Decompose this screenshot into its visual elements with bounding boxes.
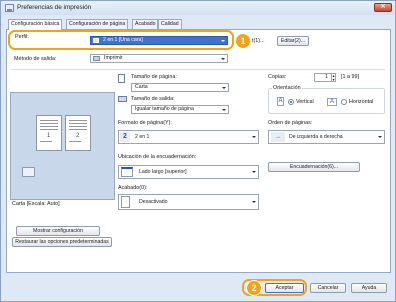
restore-defaults-button[interactable]: Restaurar las opciones predeterminadas — [12, 237, 112, 247]
output-size-value: Igualar tamaño de página — [135, 106, 194, 112]
vertical-radio[interactable] — [288, 99, 294, 105]
output-size-label: Tamaño de salida: — [131, 96, 175, 102]
portrait-icon: A — [277, 97, 284, 106]
copies-range: [1 a 99] — [341, 74, 359, 80]
preview-page-2: 2 — [65, 115, 91, 151]
print-preferences-window: Preferencias de impresión ✕ Configuració… — [0, 0, 396, 302]
text-line — [40, 126, 58, 127]
accept-button[interactable]: Aceptar — [265, 283, 304, 293]
finishing-select[interactable]: Desactivado — [118, 194, 259, 210]
output-method-select[interactable]: Imprimir — [90, 54, 228, 63]
text-line — [40, 120, 58, 121]
output-method-label: Método de salida: — [14, 56, 57, 62]
page-layout-label: Formato de página(Y): — [118, 120, 172, 126]
page-size-icon — [118, 74, 125, 83]
cancel-button[interactable]: Cancelar — [310, 283, 346, 293]
text-line — [69, 126, 87, 127]
output-method-value: Imprimir — [104, 55, 123, 61]
binding-location-value: Lado largo [superior] — [139, 169, 187, 175]
preview-caption: Carta [Escala: Auto] — [12, 201, 60, 207]
page-layout-value: 2 en 1 — [135, 134, 150, 140]
page-order-select[interactable]: De izquierda a derecha — [268, 130, 385, 144]
finishing-value: Desactivado — [139, 199, 168, 205]
finishing-label: Acabado(0): — [118, 185, 148, 191]
printer-preview-icon — [22, 167, 35, 177]
copies-stepper[interactable]: ▴ ▾ — [331, 74, 335, 81]
text-line — [40, 141, 52, 142]
help-button[interactable]: Ayuda — [351, 283, 387, 293]
copies-label: Copias: — [268, 74, 287, 80]
callout-badge-1: 1 — [235, 33, 251, 49]
text-line — [40, 129, 58, 130]
page-order-value: De izquierda a derecha — [289, 134, 343, 140]
text-line — [69, 120, 87, 121]
show-settings-button[interactable]: Mostrar configuración — [16, 226, 100, 236]
layout-2in1-icon: 2 — [120, 132, 130, 142]
printer-icon — [5, 4, 14, 12]
chevron-down-icon — [221, 58, 225, 60]
chevron-down-icon — [378, 136, 382, 138]
tab-quality[interactable]: Calidad — [158, 19, 182, 29]
page-number-1: 1 — [47, 133, 51, 139]
separator — [11, 69, 385, 70]
chevron-down-icon — [221, 40, 225, 42]
finishing-off-icon — [121, 196, 130, 208]
binding-location-select[interactable]: Lado largo [superior] — [118, 165, 259, 179]
text-line — [40, 123, 58, 124]
output-size-select[interactable]: Igualar tamaño de página — [131, 105, 229, 114]
title-bar: Preferencias de impresión ✕ — [1, 1, 395, 15]
binding-location-label: Ubicación de la encuadernación: — [118, 154, 197, 160]
callout-badge-2: 2 — [246, 280, 262, 296]
printer-output-icon — [93, 56, 100, 61]
tab-basic-settings[interactable]: Configuración básica — [8, 19, 63, 30]
close-button[interactable]: ✕ — [374, 3, 392, 12]
profile-edit-button[interactable]: Editar(2)... — [277, 36, 309, 46]
profile-value: 2 en 1 [Una cara] — [103, 37, 143, 43]
text-line — [69, 129, 87, 130]
binding-top-icon — [121, 167, 133, 177]
profile-icon — [93, 38, 99, 43]
copies-value: 1 — [325, 74, 328, 80]
profile-select[interactable]: 2 en 1 [Una cara] — [90, 36, 228, 45]
binding-button[interactable]: Encuadernación(6)... — [268, 162, 360, 172]
chevron-down-icon — [252, 171, 256, 173]
page-order-label: Orden de páginas: — [268, 120, 313, 126]
left-to-right-icon: → — [271, 132, 285, 142]
horizontal-radio[interactable] — [341, 99, 347, 105]
output-size-icon — [118, 96, 127, 102]
preview-page-1: 1 — [36, 115, 62, 151]
profile-label: Perfil: — [15, 34, 29, 40]
chevron-down-icon — [252, 136, 256, 138]
text-line — [69, 141, 81, 142]
chevron-down-icon — [252, 201, 256, 203]
chevron-down-icon — [222, 87, 226, 89]
page-size-select[interactable]: Carta — [131, 83, 229, 92]
tab-page-setup[interactable]: Configuración de página — [66, 19, 129, 29]
landscape-icon: A — [327, 98, 337, 106]
page-layout-select[interactable]: 2 en 1 — [118, 130, 259, 144]
page-number-2: 2 — [76, 133, 80, 139]
profile-add-button-partial[interactable]: t(1)... — [252, 38, 265, 44]
window-title: Preferencias de impresión — [17, 4, 92, 11]
chevron-down-icon — [222, 109, 226, 111]
vertical-label: Vertical — [296, 99, 314, 105]
page-size-value: Carta — [135, 84, 148, 90]
horizontal-label: Horizontal — [349, 99, 374, 105]
text-line — [69, 123, 87, 124]
page-preview: 1 2 — [10, 92, 115, 200]
tab-finishing[interactable]: Acabado — [132, 19, 159, 29]
page-size-label: Tamaño de página: — [131, 74, 177, 80]
orientation-label: Orientación — [272, 85, 302, 91]
